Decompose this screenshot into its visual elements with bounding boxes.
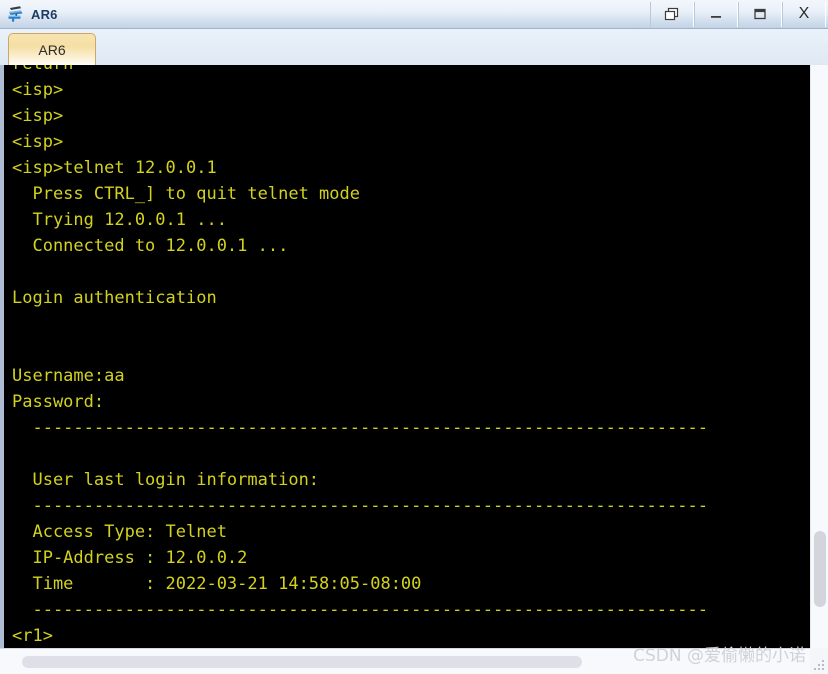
titlebar-left: AR6 [0,4,650,24]
minimize-button[interactable] [694,1,738,27]
maximize-button[interactable] [738,1,782,27]
terminal-output[interactable]: return <isp> <isp> <isp> <isp>telnet 12.… [0,65,810,648]
resize-grip-icon[interactable] [812,658,827,673]
vertical-scrollbar-thumb[interactable] [814,531,826,607]
window-titlebar: AR6 X [0,0,828,29]
router-device-icon [6,4,26,24]
close-icon: X [798,5,810,22]
restore-down-button[interactable] [650,1,694,27]
window-controls: X [650,1,826,28]
horizontal-scrollbar-thumb[interactable] [22,656,582,668]
terminal-text: return <isp> <isp> <isp> <isp>telnet 12.… [12,65,708,646]
horizontal-scrollbar[interactable] [0,648,810,674]
window-title: AR6 [31,6,58,22]
tab-strip: AR6 [0,29,828,65]
tab-label: AR6 [38,41,66,58]
ar6-console-window: AR6 X AR6 <isp> <isp> <isp> <isp>telnet … [0,0,828,674]
vertical-scrollbar[interactable] [810,65,828,648]
close-button[interactable]: X [782,1,826,27]
tab-ar6[interactable]: AR6 [8,33,96,65]
console-area: return <isp> <isp> <isp> <isp>telnet 12.… [0,65,828,674]
